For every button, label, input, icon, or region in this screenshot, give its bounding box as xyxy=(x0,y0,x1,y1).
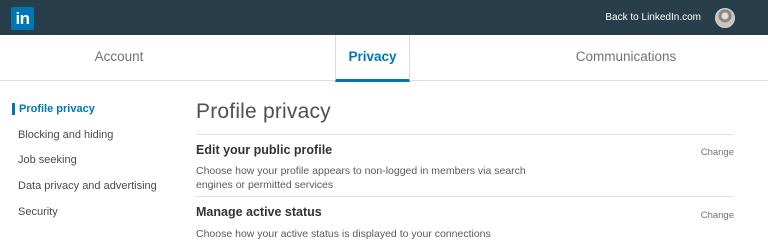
section-description: Choose how your profile appears to non-l… xyxy=(196,165,526,191)
change-link[interactable]: Change xyxy=(701,210,734,221)
sidebar-item-blocking-and-hiding[interactable]: Blocking and hiding xyxy=(12,129,113,141)
section-title: Edit your public profile xyxy=(196,143,333,157)
tab-privacy[interactable]: Privacy xyxy=(335,35,410,82)
linkedin-logo-icon[interactable]: in xyxy=(11,7,34,30)
tab-communications[interactable]: Communications xyxy=(568,35,684,81)
avatar[interactable] xyxy=(715,8,735,28)
back-to-linkedin-link[interactable]: Back to LinkedIn.com xyxy=(605,12,701,23)
sidebar-item-profile-privacy[interactable]: Profile privacy xyxy=(12,103,95,115)
sidebar-item-security[interactable]: Security xyxy=(12,206,58,218)
sidebar-item-data-privacy-and-advertising[interactable]: Data privacy and advertising xyxy=(12,180,157,192)
sidebar-item-job-seeking[interactable]: Job seeking xyxy=(12,154,77,166)
change-link[interactable]: Change xyxy=(701,147,734,158)
page-title: Profile privacy xyxy=(196,100,331,123)
section-title: Manage active status xyxy=(196,205,322,219)
main-content: Profile privacy Edit your public profile… xyxy=(196,100,734,240)
section-edit-public-profile[interactable]: Edit your public profile Change Choose h… xyxy=(196,134,734,196)
tab-account[interactable]: Account xyxy=(74,35,164,81)
top-navigation-bar: in Back to LinkedIn.com xyxy=(0,0,768,35)
section-description: Choose how your active status is display… xyxy=(196,228,491,240)
settings-tabs: Account Privacy Communications xyxy=(0,35,768,82)
section-manage-active-status[interactable]: Manage active status Change Choose how y… xyxy=(196,196,734,248)
